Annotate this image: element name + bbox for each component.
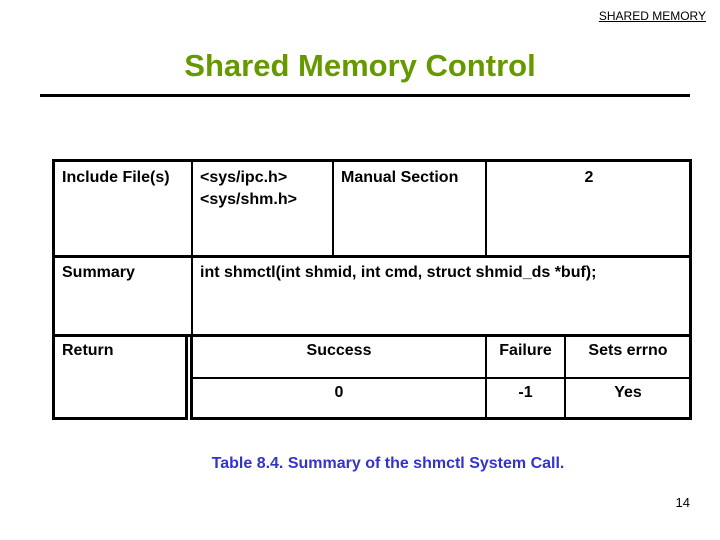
manual-section-value: 2 [584,169,594,186]
return-header-success: Success [306,342,372,359]
summary-signature: int shmctl(int shmid, int cmd, struct sh… [200,264,597,281]
include-file-shm: <sys/shm.h> [200,191,297,208]
column-divider [485,160,487,258]
summary-label: Summary [62,264,135,281]
manual-section-label: Manual Section [341,169,459,186]
return-value-failure: -1 [518,384,533,401]
return-value-success: 0 [334,384,344,401]
include-files-label: Include File(s) [62,169,170,186]
column-divider [191,160,193,336]
return-label: Return [62,342,114,359]
column-divider [332,160,334,258]
row-divider [53,255,691,258]
include-file-ipc: <sys/ipc.h> [200,169,288,186]
return-header-failure: Failure [499,342,552,359]
return-header-sets-errno: Sets errno [588,342,668,359]
title-divider [40,94,690,97]
table-caption: Table 8.4. Summary of the shmctl System … [211,455,565,472]
row-divider [192,377,690,379]
slide-title: Shared Memory Control [184,48,536,83]
section-header-label: SHARED MEMORY [598,9,706,23]
return-value-sets-errno: Yes [614,384,642,401]
page-number: 14 [675,495,690,510]
